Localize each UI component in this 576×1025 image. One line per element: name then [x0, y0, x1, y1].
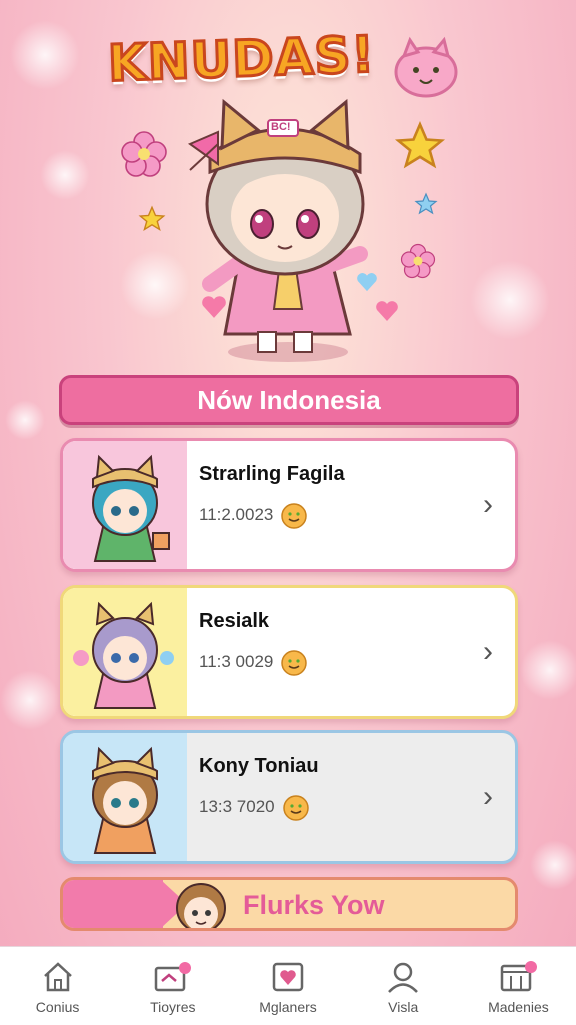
card-number-row: 13:3 7020 [199, 792, 515, 822]
card-number: 11:2.0023 [199, 505, 274, 524]
small-star-icon [138, 205, 166, 232]
home-icon [43, 962, 72, 992]
chibi-avatar-icon [73, 601, 174, 709]
flurks-button[interactable]: Flurks Yow [60, 877, 518, 931]
nav-label: Tioyres [150, 999, 196, 1015]
bokeh-light [0, 670, 60, 730]
chevron-right-icon[interactable]: › [483, 488, 493, 522]
chibi-avatar-icon [92, 746, 158, 854]
heart-icon [202, 296, 226, 318]
bokeh-light [5, 400, 45, 440]
section-header: Nów Indonesia [59, 375, 519, 425]
pink-blob-mascot-icon [394, 36, 458, 98]
smiley-face-icon [282, 795, 309, 821]
smiley-face-icon [281, 503, 308, 529]
small-star-icon [414, 192, 438, 215]
nav-item-conius[interactable]: Conius [0, 947, 115, 1025]
nav-item-tioyres[interactable]: Tioyres [115, 947, 230, 1025]
list-item-card[interactable]: Kony Toniau 13:3 7020 › [60, 730, 518, 864]
hero-banner: KNUDAS! BC! [0, 0, 576, 370]
chevron-right-icon[interactable]: › [483, 635, 493, 669]
nav-item-mglaners[interactable]: Mglaners [230, 947, 345, 1025]
gift-box-icon [272, 962, 304, 992]
app-title: KNUDAS! [106, 24, 378, 94]
card-number-row: 11:3 0029 [199, 647, 515, 677]
heart-icon [376, 301, 398, 321]
list-item-card[interactable]: Strarling Fagila 11:2.0023 › [60, 438, 518, 572]
bottom-navigation: Conius Tioyres Mglaners Visla Madenies [0, 946, 576, 1025]
nav-label: Madenies [488, 999, 549, 1015]
ticket-icon [154, 962, 191, 992]
nav-label: Visla [388, 999, 419, 1015]
bokeh-light [530, 840, 576, 890]
list-item-card[interactable]: Resialk 11:3 0029 › [60, 585, 518, 719]
card-title: Kony Toniau [199, 755, 319, 777]
nav-label: Conius [35, 999, 80, 1015]
card-title: Resialk [199, 610, 270, 632]
section-header-label: Nów Indonesia [197, 384, 381, 415]
bokeh-light [520, 640, 576, 700]
flower-icon [121, 131, 167, 177]
smiley-face-icon [281, 650, 308, 676]
chevron-right-icon[interactable]: › [483, 780, 493, 814]
card-number-row: 11:2.0023 [199, 500, 515, 530]
card-number: 13:3 7020 [199, 797, 275, 816]
character-thumbnail [63, 441, 187, 569]
hat-badge-text: BC! [271, 121, 291, 133]
chibi-face-icon [176, 883, 226, 928]
nav-item-madenies[interactable]: Madenies [461, 947, 576, 1025]
calendar-icon [501, 961, 538, 992]
star-icon [394, 121, 446, 169]
nav-item-visla[interactable]: Visla [346, 947, 461, 1025]
card-number: 11:3 0029 [199, 652, 274, 671]
character-thumbnail [63, 588, 187, 716]
nav-label: Mglaners [259, 999, 317, 1015]
heart-icon [357, 273, 377, 292]
flower-icon [400, 243, 436, 279]
cta-label: Flurks Yow [243, 890, 385, 920]
character-thumbnail [63, 733, 187, 861]
card-title: Strarling Fagila [199, 463, 345, 485]
cta-accent [63, 880, 163, 928]
person-icon [388, 962, 419, 993]
chibi-avatar-icon [92, 454, 170, 562]
